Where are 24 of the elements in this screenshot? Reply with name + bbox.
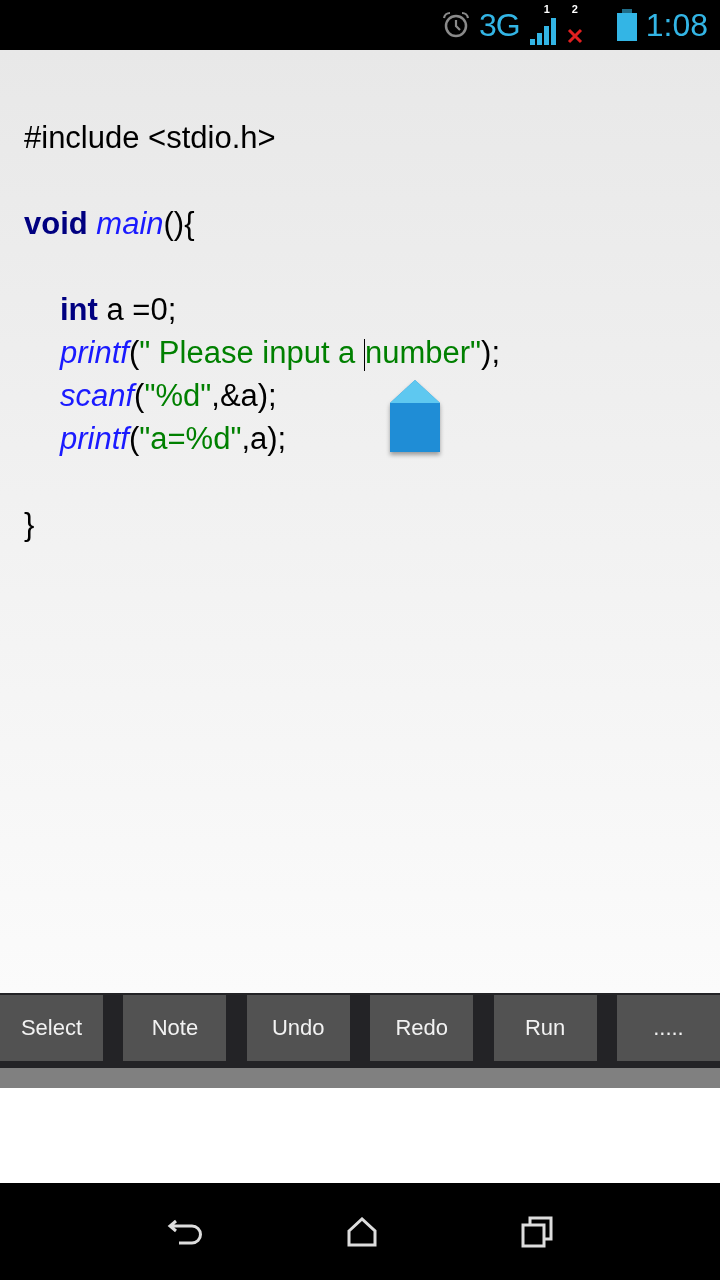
code-line: } xyxy=(24,507,35,542)
alarm-clock-icon xyxy=(441,11,472,39)
home-icon[interactable] xyxy=(346,1216,378,1247)
code-line: printf(" Please input a number"); xyxy=(60,335,501,370)
code-line: printf("a=%d",a); xyxy=(60,421,287,456)
code-line: scanf("%d",&a); xyxy=(60,378,277,413)
sim-label: 1 xyxy=(543,3,550,15)
network-type: 3G xyxy=(479,6,520,44)
toolbar-button[interactable]: Run xyxy=(493,995,597,1061)
code-line: #include <stdio.h> xyxy=(24,120,276,155)
code-line: void main(){ xyxy=(24,206,195,241)
battery-icon xyxy=(615,9,638,41)
toolbar-button[interactable]: Undo xyxy=(246,995,350,1061)
toolbar-button[interactable]: ..... xyxy=(616,995,720,1061)
code-editor[interactable]: #include <stdio.h> void main(){ int a =0; printf(" Please input a number"); scanf("%d",&a); printf("a=%d",a); } xyxy=(0,50,720,993)
recent-apps-icon[interactable] xyxy=(521,1215,554,1248)
signal-icon xyxy=(527,15,558,45)
toolbar-button[interactable]: Select xyxy=(0,995,103,1061)
sim-label: 2 xyxy=(571,3,578,15)
no-signal-icon xyxy=(565,27,584,45)
toolbar-button[interactable]: Note xyxy=(123,995,227,1061)
toolbar-button[interactable]: Redo xyxy=(370,995,474,1061)
clock-time: 1:08 xyxy=(645,6,708,44)
code-line: int a =0; xyxy=(60,292,177,327)
